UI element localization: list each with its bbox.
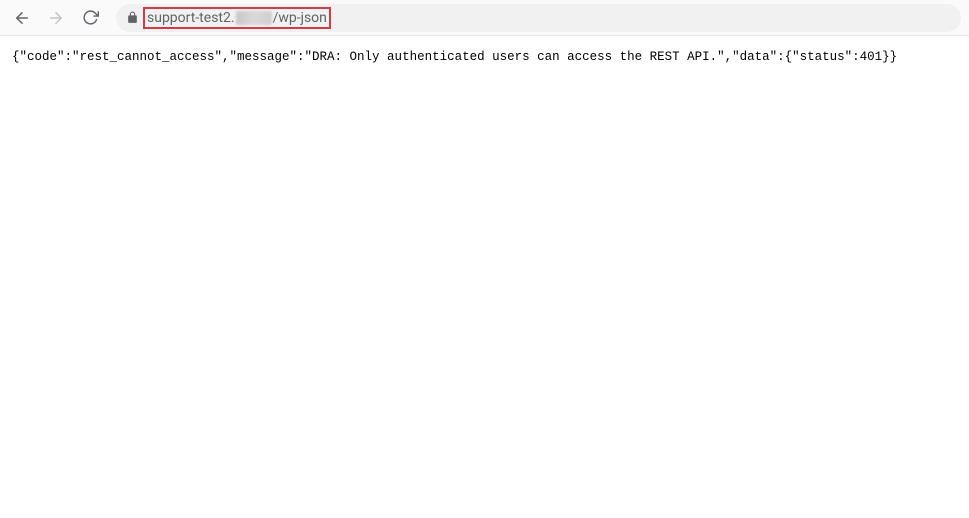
forward-button[interactable] <box>42 4 70 32</box>
page-body-json: {"code":"rest_cannot_access","message":"… <box>0 36 969 78</box>
url-path-suffix: /wp-json <box>273 10 327 26</box>
arrow-left-icon <box>13 9 31 27</box>
url-text[interactable]: support-test2. /wp-json <box>147 10 327 26</box>
back-button[interactable] <box>8 4 36 32</box>
lock-icon <box>126 11 139 24</box>
reload-button[interactable] <box>76 4 104 32</box>
browser-toolbar: support-test2. /wp-json <box>0 0 969 36</box>
url-redacted-icon <box>236 11 272 25</box>
reload-icon <box>82 9 99 26</box>
url-host-prefix: support-test2. <box>147 10 235 26</box>
arrow-right-icon <box>47 9 65 27</box>
address-bar[interactable]: support-test2. /wp-json <box>116 4 961 32</box>
